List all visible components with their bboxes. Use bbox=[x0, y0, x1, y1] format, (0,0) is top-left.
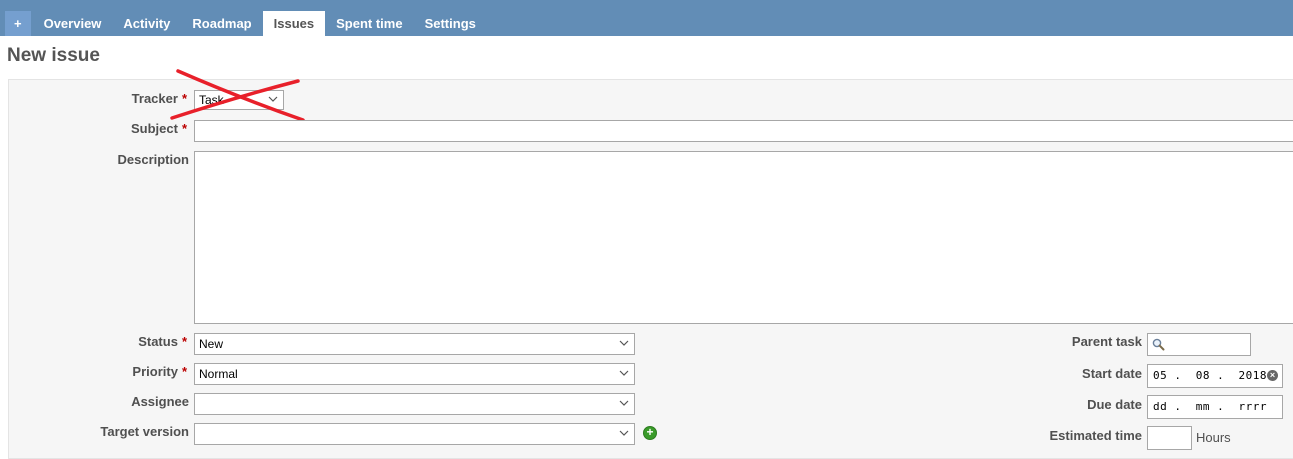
assignee-label: Assignee bbox=[90, 394, 189, 409]
tracker-label: Tracker * bbox=[90, 91, 187, 106]
required-mark: * bbox=[181, 334, 187, 349]
chevron-down-icon bbox=[619, 430, 629, 436]
status-label: Status * bbox=[90, 334, 187, 349]
tab-overview[interactable]: Overview bbox=[33, 11, 113, 36]
hours-unit-label: Hours bbox=[1196, 430, 1231, 445]
target-version-select[interactable] bbox=[194, 423, 635, 445]
required-mark: * bbox=[181, 121, 187, 136]
description-label: Description bbox=[90, 152, 189, 167]
start-date-input[interactable]: 05 . 08 . 2018 × bbox=[1147, 364, 1283, 388]
search-icon bbox=[1152, 338, 1165, 351]
tab-list: + Overview Activity Roadmap Issues Spent… bbox=[5, 11, 487, 36]
chevron-down-icon bbox=[619, 400, 629, 406]
tab-settings[interactable]: Settings bbox=[414, 11, 487, 36]
priority-label: Priority * bbox=[90, 364, 187, 379]
chevron-down-icon bbox=[619, 370, 629, 376]
assignee-label-text: Assignee bbox=[131, 394, 189, 409]
status-select[interactable]: New bbox=[194, 333, 635, 355]
target-version-label-text: Target version bbox=[100, 424, 189, 439]
start-date-label-text: Start date bbox=[1082, 366, 1142, 381]
due-date-input[interactable]: dd . mm . rrrr bbox=[1147, 395, 1283, 419]
required-mark: * bbox=[181, 91, 187, 106]
estimated-time-input[interactable] bbox=[1147, 426, 1192, 450]
target-version-label: Target version bbox=[70, 424, 189, 439]
parent-task-label-text: Parent task bbox=[1071, 334, 1142, 349]
chevron-down-icon bbox=[268, 96, 278, 102]
due-date-label-text: Due date bbox=[1087, 397, 1142, 412]
tab-issues[interactable]: Issues bbox=[262, 11, 326, 36]
tab-activity[interactable]: Activity bbox=[112, 11, 181, 36]
tracker-select[interactable]: Task bbox=[194, 90, 284, 110]
add-version-icon[interactable]: + bbox=[643, 426, 657, 440]
tab-spent-time[interactable]: Spent time bbox=[325, 11, 413, 36]
description-label-text: Description bbox=[117, 152, 189, 167]
due-date-value: dd . mm . rrrr bbox=[1153, 400, 1267, 413]
tab-new-object[interactable]: + bbox=[5, 11, 31, 36]
parent-task-input[interactable] bbox=[1147, 333, 1251, 356]
tracker-select-value: Task bbox=[199, 93, 224, 107]
page-title: New issue bbox=[7, 45, 100, 66]
estimated-time-label-text: Estimated time bbox=[1049, 428, 1142, 443]
priority-select[interactable]: Normal bbox=[194, 363, 635, 385]
priority-select-value: Normal bbox=[199, 367, 238, 381]
start-date-value: 05 . 08 . 2018 bbox=[1153, 369, 1267, 382]
start-date-label: Start date bbox=[1020, 366, 1142, 381]
chevron-down-icon bbox=[619, 340, 629, 346]
clear-date-icon[interactable]: × bbox=[1267, 370, 1278, 381]
assignee-select[interactable] bbox=[194, 393, 635, 415]
status-label-text: Status bbox=[138, 334, 178, 349]
parent-task-label: Parent task bbox=[1020, 334, 1142, 349]
tracker-label-text: Tracker bbox=[131, 91, 178, 106]
main-menu-bar: + Overview Activity Roadmap Issues Spent… bbox=[0, 0, 1293, 36]
subject-input[interactable] bbox=[194, 120, 1293, 142]
tab-roadmap[interactable]: Roadmap bbox=[181, 11, 262, 36]
estimated-time-label: Estimated time bbox=[1020, 428, 1142, 443]
priority-label-text: Priority bbox=[132, 364, 178, 379]
due-date-label: Due date bbox=[1020, 397, 1142, 412]
subject-label: Subject * bbox=[90, 121, 187, 136]
status-select-value: New bbox=[199, 337, 224, 351]
subject-label-text: Subject bbox=[130, 121, 178, 136]
description-textarea[interactable] bbox=[194, 151, 1293, 324]
required-mark: * bbox=[181, 364, 187, 379]
